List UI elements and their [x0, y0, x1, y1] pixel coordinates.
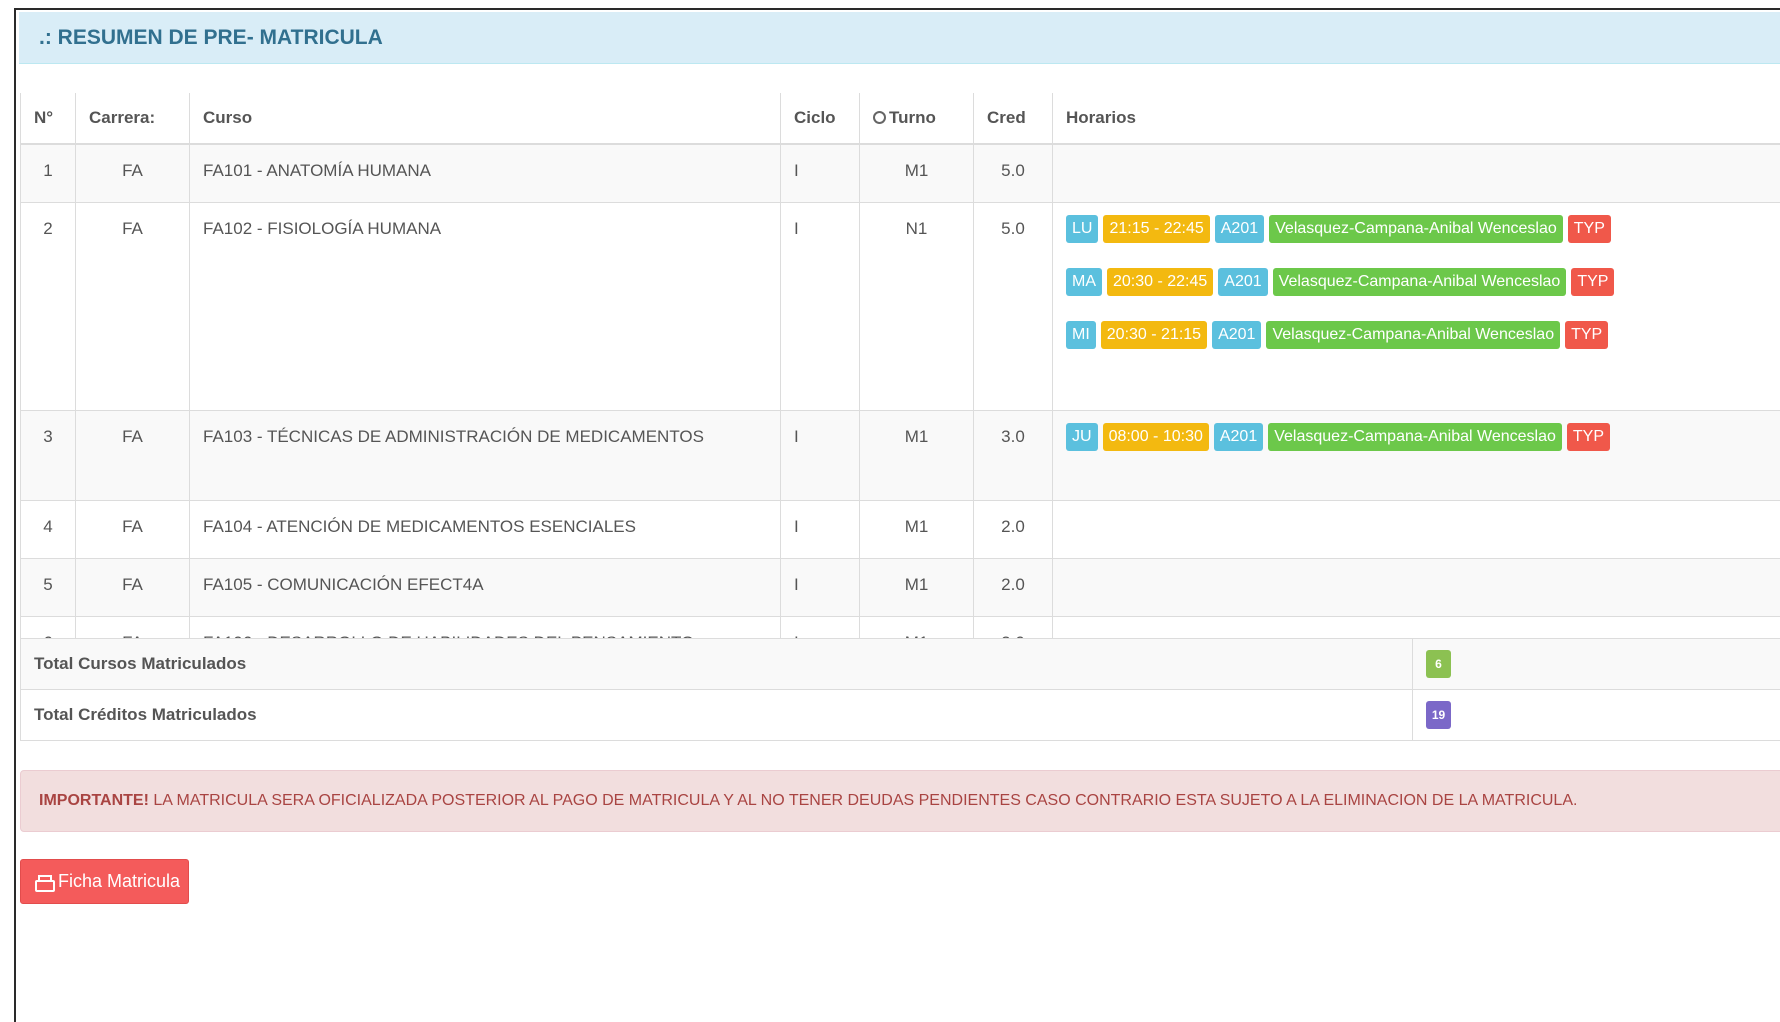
total-creditos-badge: 19	[1426, 701, 1451, 729]
cell-horarios	[1052, 143, 1780, 203]
cell-cred: 3.0	[973, 409, 1053, 501]
schedule-entry: MA 20:30 - 22:45 A201 Velasquez-Campana-Ani…	[1066, 267, 1780, 296]
schedule-time-label: 20:30 - 22:45	[1107, 267, 1214, 296]
cell-horarios	[1052, 557, 1780, 617]
cell-ciclo: I	[780, 409, 860, 501]
table-row: 1 FA FA101 - ANATOMÍA HUMANA I M1 5.0	[20, 143, 1780, 203]
header-curso: Curso	[189, 93, 781, 145]
schedule-type-label: TYP	[1566, 422, 1611, 451]
total-cursos-row: Total Cursos Matriculados 6	[20, 638, 1780, 690]
cell-cred: 2.0	[973, 557, 1053, 617]
cell-turno: N1	[859, 201, 974, 411]
schedule-day-label: LU	[1066, 214, 1099, 243]
cell-carrera: FA	[75, 143, 190, 203]
cell-horarios	[1052, 499, 1780, 559]
cell-num: 5	[20, 557, 76, 617]
header-ciclo: Ciclo	[780, 93, 860, 145]
totals-table: Total Cursos Matriculados 6 Total Crédit…	[20, 638, 1780, 741]
table-row: 2 FA FA102 - FISIOLOGÍA HUMANA I N1 5.0 LU 21:1…	[20, 201, 1780, 411]
cell-turno: M1	[859, 557, 974, 617]
cell-ciclo: I	[780, 143, 860, 203]
schedule-teacher-label: Velasquez-Campana-Anibal Wenceslao	[1272, 267, 1567, 296]
pre-matricula-panel: .: RESUMEN DE PRE- MATRICULA N° Carrera:…	[14, 8, 1780, 1022]
schedule-teacher-label: Velasquez-Campana-Anibal Wenceslao	[1266, 320, 1561, 349]
schedule-entry: LU 21:15 - 22:45 A201 Velasquez-Campana-Ani…	[1066, 214, 1780, 243]
cell-turno: M1	[859, 409, 974, 501]
cell-num: 2	[20, 201, 76, 411]
cell-carrera: FA	[75, 201, 190, 411]
cell-num: 1	[20, 143, 76, 203]
cell-curso: FA101 - ANATOMÍA HUMANA	[189, 143, 781, 203]
schedule-type-label: TYP	[1567, 214, 1611, 243]
ficha-matricula-button[interactable]: Ficha Matricula	[20, 859, 189, 904]
cell-cred: 5.0	[973, 143, 1053, 203]
schedule-time-label: 08:00 - 10:30	[1102, 422, 1209, 451]
cell-cred: 2.0	[973, 499, 1053, 559]
header-num: N°	[20, 93, 76, 145]
schedule-type-label: TYP	[1565, 320, 1609, 349]
total-creditos-label: Total Créditos Matriculados	[20, 689, 1413, 741]
header-cred: Cred	[973, 93, 1053, 145]
schedule-entry: JU 08:00 - 10:30 A201 Velasquez-Campana-Ani…	[1066, 422, 1780, 451]
header-turno: Turno	[859, 93, 974, 145]
clock-icon	[873, 111, 886, 124]
table-header-row: N° Carrera: Curso Ciclo Turno Cred Horar…	[20, 93, 1780, 145]
cell-cred: 5.0	[973, 201, 1053, 411]
cell-ciclo: I	[780, 499, 860, 559]
courses-table: N° Carrera: Curso Ciclo Turno Cred Horar…	[20, 93, 1780, 675]
cell-ciclo: I	[780, 557, 860, 617]
schedule-teacher-label: Velasquez-Campana-Anibal Wenceslao	[1268, 422, 1562, 451]
table-row: 3 FA FA103 - TÉCNICAS DE ADMINISTRACIÓN DE…	[20, 409, 1780, 501]
schedule-day-label: MA	[1066, 267, 1102, 296]
cell-carrera: FA	[75, 557, 190, 617]
schedule-time-label: 21:15 - 22:45	[1103, 214, 1210, 243]
important-alert: IMPORTANTE! LA MATRICULA SERA OFICIALIZA…	[20, 770, 1780, 832]
schedule-day-label: MI	[1066, 320, 1096, 349]
alert-strong: IMPORTANTE!	[39, 792, 149, 809]
table-row: 5 FA FA105 - COMUNICACIÓN EFECT4A I M1 2.0	[20, 557, 1780, 617]
cell-num: 4	[20, 499, 76, 559]
header-horarios: Horarios	[1052, 93, 1780, 145]
schedule-time-label: 20:30 - 21:15	[1100, 320, 1208, 349]
header-carrera: Carrera:	[75, 93, 190, 145]
cell-carrera: FA	[75, 499, 190, 559]
cell-turno: M1	[859, 499, 974, 559]
schedule-entry: MI 20:30 - 21:15 A201 Velasquez-Campana-Ani…	[1066, 320, 1780, 349]
total-cursos-label: Total Cursos Matriculados	[20, 638, 1413, 690]
cell-num: 3	[20, 409, 76, 501]
total-creditos-row: Total Créditos Matriculados 19	[20, 689, 1780, 741]
cell-carrera: FA	[75, 409, 190, 501]
alert-text: LA MATRICULA SERA OFICIALIZADA POSTERIOR…	[148, 792, 1578, 809]
cell-horarios: LU 21:15 - 22:45 A201 Velasquez-Campana-Ani…	[1052, 201, 1780, 411]
cell-curso: FA104 - ATENCIÓN DE MEDICAMENTOS ESENCIA…	[189, 499, 781, 559]
schedule-teacher-label: Velasquez-Campana-Anibal Wenceslao	[1269, 214, 1563, 243]
total-cursos-badge: 6	[1426, 650, 1451, 678]
schedule-room-label: A201	[1212, 320, 1262, 349]
cell-curso: FA103 - TÉCNICAS DE ADMINISTRACIÓN DE ME…	[189, 409, 781, 501]
schedule-room-label: A201	[1214, 214, 1265, 243]
printer-icon	[35, 874, 55, 892]
cell-curso: FA105 - COMUNICACIÓN EFECT4A	[189, 557, 781, 617]
header-turno-label: Turno	[889, 108, 936, 127]
ficha-matricula-label: Ficha Matricula	[58, 871, 181, 891]
table-row: 4 FA FA104 - ATENCIÓN DE MEDICAMENTOS ESEN…	[20, 499, 1780, 559]
cell-horarios: JU 08:00 - 10:30 A201 Velasquez-Campana-Ani…	[1052, 409, 1780, 501]
panel-title: .: RESUMEN DE PRE- MATRICULA	[19, 12, 1780, 64]
schedule-room-label: A201	[1213, 422, 1264, 451]
cell-curso: FA102 - FISIOLOGÍA HUMANA	[189, 201, 781, 411]
schedule-type-label: TYP	[1571, 267, 1615, 296]
cell-ciclo: I	[780, 201, 860, 411]
cell-turno: M1	[859, 143, 974, 203]
schedule-day-label: JU	[1066, 422, 1098, 451]
schedule-room-label: A201	[1218, 267, 1268, 296]
